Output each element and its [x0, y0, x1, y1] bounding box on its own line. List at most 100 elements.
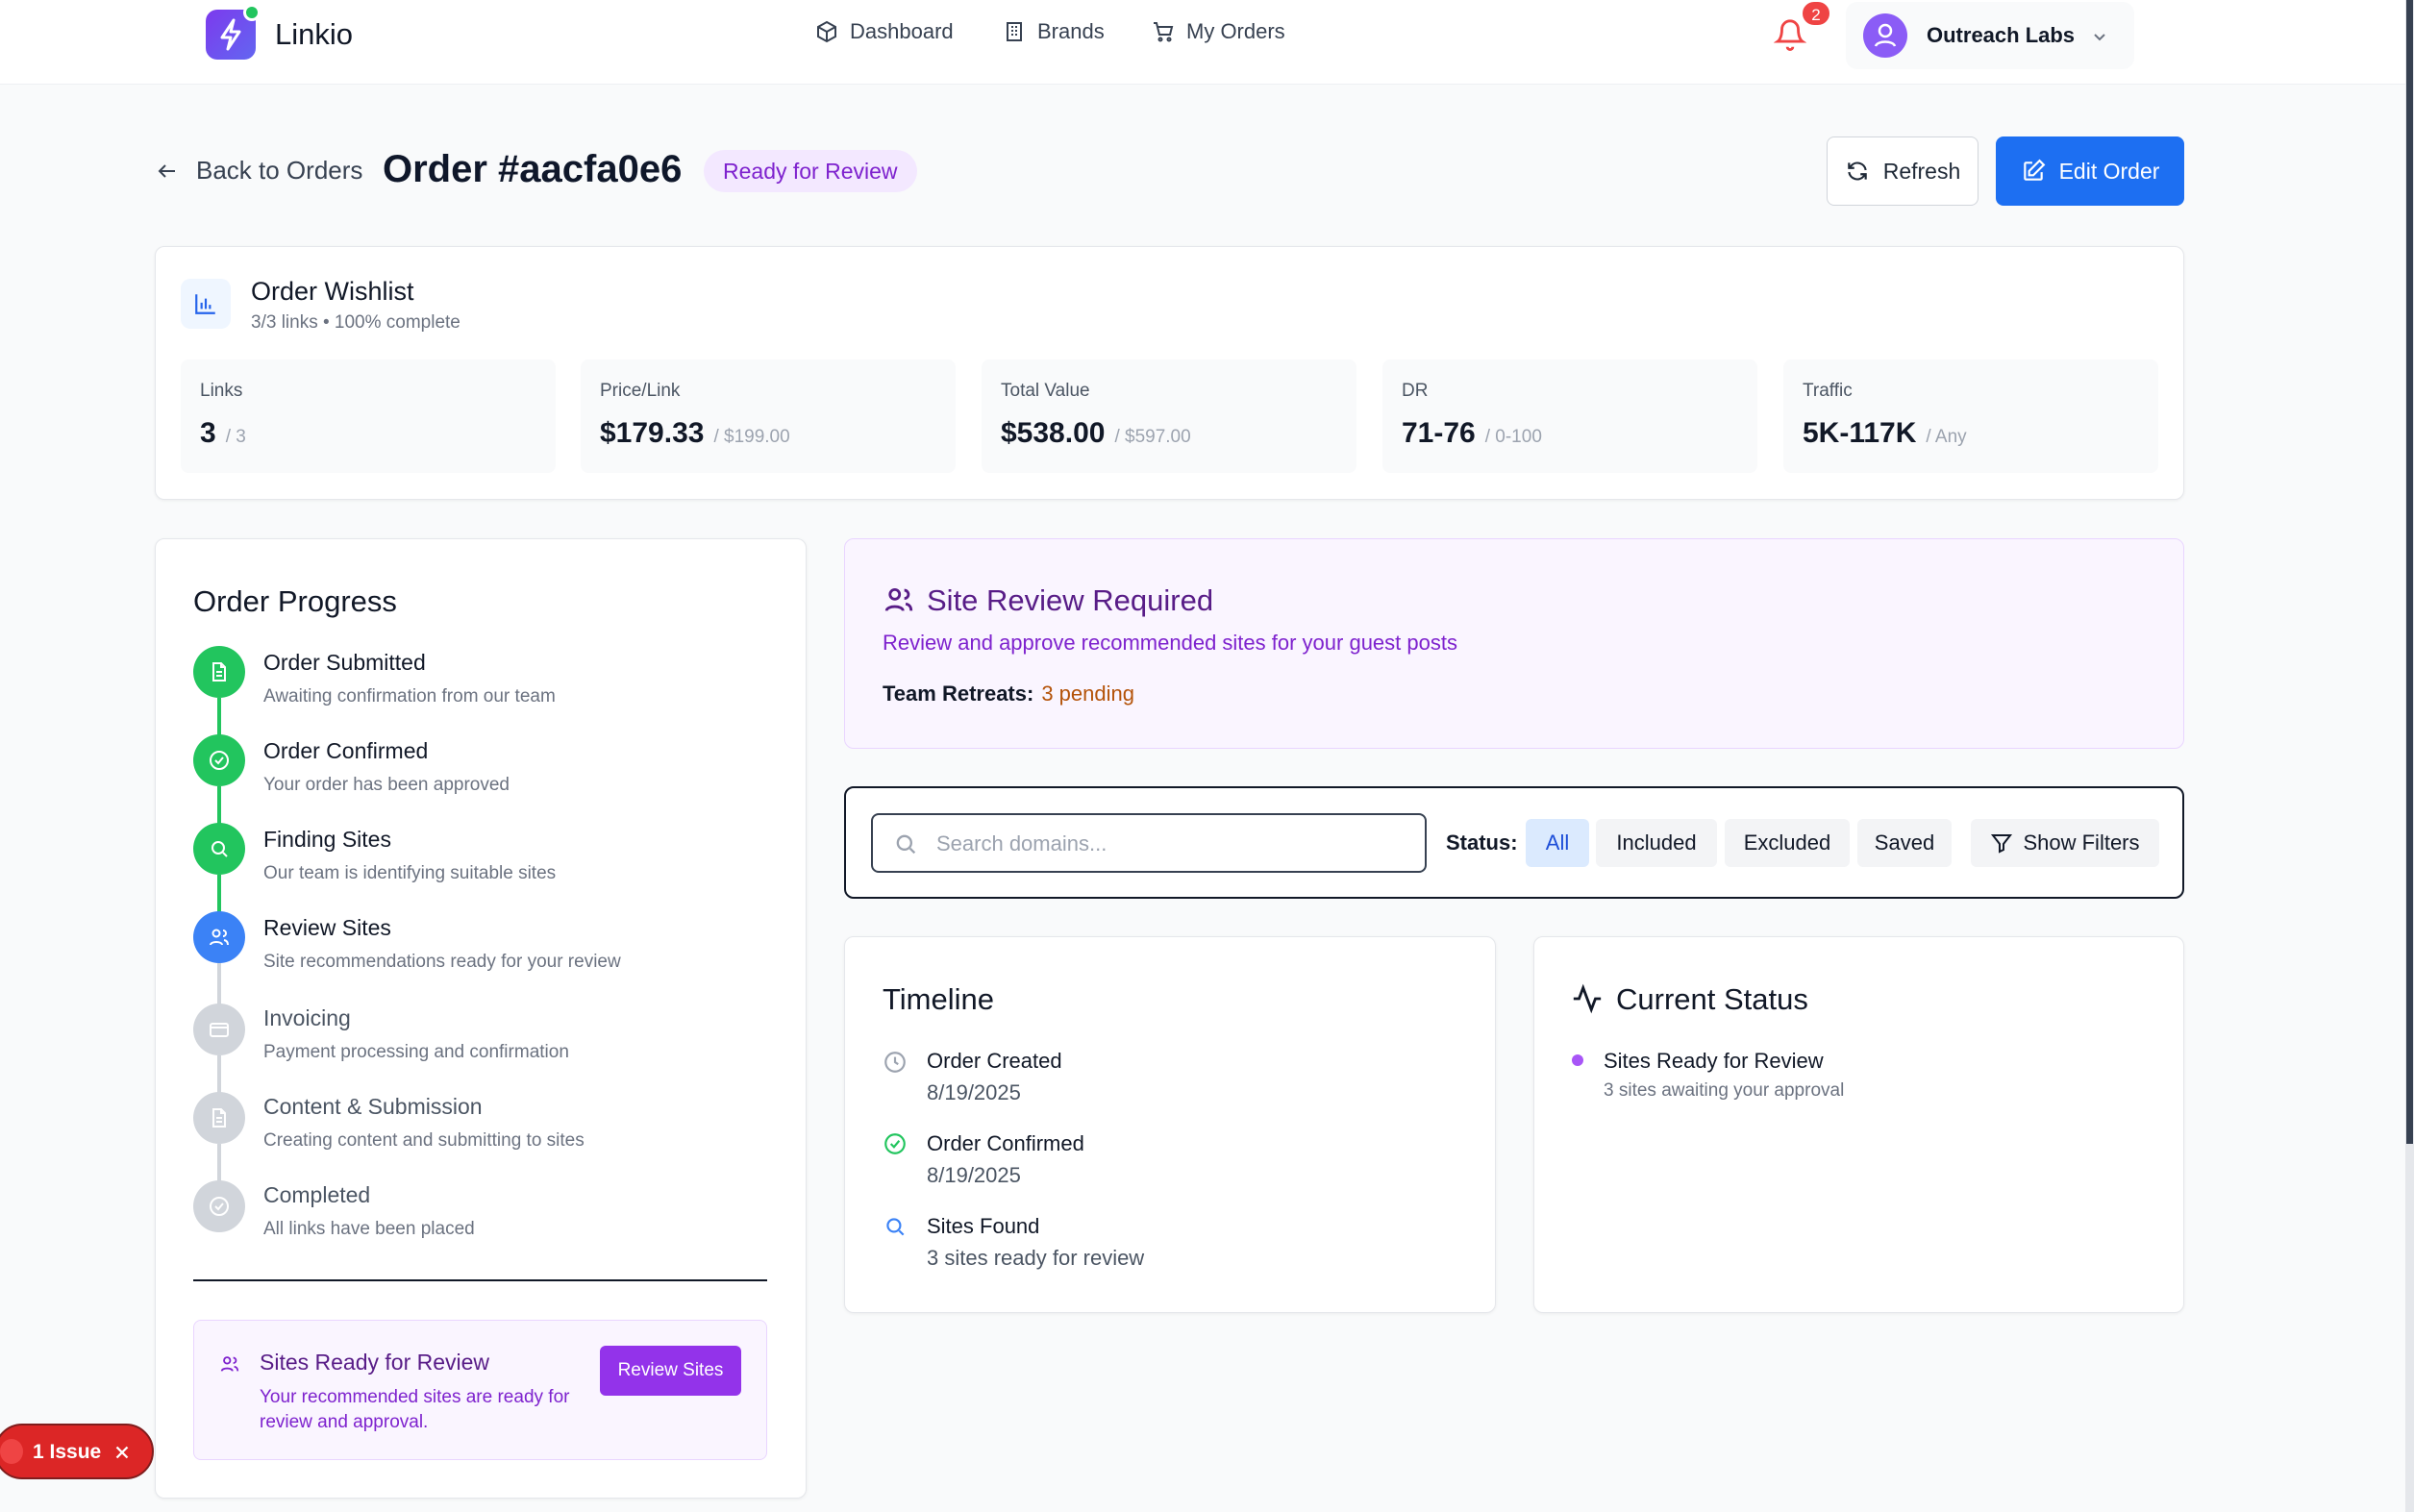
check-circle-icon [193, 734, 245, 786]
filter-chip-included[interactable]: Included [1596, 819, 1717, 867]
cart-icon [1152, 20, 1175, 43]
stat-value: $538.00/ $597.00 [1001, 417, 1191, 449]
step-title: Finding Sites [263, 827, 391, 852]
users-icon [219, 1353, 240, 1375]
nav-dashboard[interactable]: Dashboard [815, 19, 954, 44]
site-review-title: Site Review Required [927, 583, 1214, 617]
nav-my-orders[interactable]: My Orders [1152, 19, 1285, 44]
notification-badge: 2 [1801, 0, 1831, 27]
status-dot [1572, 1054, 1583, 1066]
issue-label: 1 Issue [33, 1441, 102, 1463]
close-icon[interactable] [112, 1442, 133, 1463]
status-label: Status: [1446, 830, 1518, 855]
stat-label: Links [200, 381, 243, 401]
refresh-icon [1845, 159, 1870, 184]
building-icon [1003, 20, 1026, 43]
step-title: Order Submitted [263, 650, 426, 675]
filter-chip-saved[interactable]: Saved [1857, 819, 1952, 867]
stat-dr: DR 71-76/ 0-100 [1382, 359, 1757, 473]
stat-price-per-link: Price/Link $179.33/ $199.00 [581, 359, 956, 473]
progress-title: Order Progress [193, 584, 397, 618]
page-title: Order #aacfa0e6 [383, 148, 683, 190]
filter-chip-all[interactable]: All [1526, 819, 1589, 867]
file-icon [193, 646, 245, 698]
search-placeholder: Search domains... [936, 831, 1107, 855]
check-circle-icon [193, 1180, 245, 1232]
avatar [1863, 13, 1907, 58]
step-connector [217, 1144, 221, 1182]
filter-icon [1990, 831, 2013, 855]
current-status-item-desc: 3 sites awaiting your approval [1604, 1080, 1845, 1101]
refresh-button[interactable]: Refresh [1827, 136, 1978, 206]
issue-indicator [0, 1439, 23, 1464]
step-desc: Our team is identifying suitable sites [263, 863, 557, 883]
stat-label: Traffic [1803, 381, 1853, 401]
package-icon [815, 20, 838, 43]
back-label: Back to Orders [196, 156, 363, 185]
step-desc: Creating content and submitting to sites [263, 1130, 585, 1151]
nav-brands[interactable]: Brands [1003, 19, 1105, 44]
account-menu[interactable]: Outreach Labs [1846, 2, 2134, 69]
account-name: Outreach Labs [1927, 23, 2076, 47]
search-icon [892, 830, 919, 857]
nav-label: Brands [1037, 19, 1105, 43]
back-to-orders-link[interactable]: Back to Orders [156, 156, 362, 186]
issue-toast[interactable]: 1 Issue [0, 1424, 154, 1479]
status-badge: Ready for Review [704, 150, 917, 192]
show-filters-button[interactable]: Show Filters [1971, 819, 2159, 867]
bell-icon[interactable] [1774, 17, 1806, 52]
stat-value: 3/ 3 [200, 417, 246, 449]
check-circle-icon [883, 1131, 908, 1156]
stat-value: 5K-117K / Any [1803, 417, 1967, 449]
timeline-item-date: 3 sites ready for review [927, 1246, 1145, 1270]
current-status-item-title: Sites Ready for Review [1604, 1049, 1824, 1073]
search-icon [193, 823, 245, 875]
team-pending-row: Team Retreats: 3 pending [883, 682, 1134, 706]
status-dot [243, 4, 261, 21]
brand-name[interactable]: Linkio [275, 17, 353, 52]
stat-label: DR [1402, 381, 1429, 401]
scrollbar-thumb[interactable] [2406, 0, 2413, 1144]
step-title: Content & Submission [263, 1094, 483, 1119]
activity-icon [1571, 982, 1604, 1015]
step-connector [217, 698, 221, 736]
step-title: Completed [263, 1182, 371, 1207]
review-sites-button[interactable]: Review Sites [600, 1346, 741, 1396]
stat-value: $179.33/ $199.00 [600, 417, 790, 449]
bar-chart-icon [181, 279, 231, 329]
credit-card-icon [193, 1004, 245, 1055]
clock-icon [883, 1050, 908, 1075]
refresh-label: Refresh [1882, 158, 1961, 184]
step-title: Invoicing [263, 1005, 351, 1030]
step-desc: Site recommendations ready for your revi… [263, 952, 621, 972]
divider [193, 1279, 767, 1281]
step-connector [217, 963, 221, 1005]
edit-order-button[interactable]: Edit Order [1996, 136, 2184, 206]
nav-label: My Orders [1186, 19, 1285, 43]
step-title: Review Sites [263, 915, 391, 940]
callout-title: Sites Ready for Review [260, 1350, 490, 1375]
timeline-item-title: Order Created [927, 1049, 1062, 1073]
file-text-icon [193, 1092, 245, 1144]
step-desc: Awaiting confirmation from our team [263, 686, 556, 706]
stat-label: Total Value [1001, 381, 1090, 401]
filter-chip-excluded[interactable]: Excluded [1725, 819, 1850, 867]
edit-label: Edit Order [2058, 158, 2160, 184]
current-status-title: Current Status [1616, 982, 1808, 1016]
users-icon [883, 583, 915, 616]
edit-icon [2021, 159, 2046, 184]
site-review-desc: Review and approve recommended sites for… [883, 631, 1457, 655]
stat-value: 71-76/ 0-100 [1402, 417, 1542, 449]
step-connector [217, 1055, 221, 1094]
callout-desc: Your recommended sites are ready for rev… [260, 1387, 570, 1432]
search-input[interactable]: Search domains... [871, 813, 1427, 873]
arrow-left-icon [156, 160, 179, 183]
stat-links: Links 3/ 3 [181, 359, 556, 473]
search-icon [883, 1214, 908, 1239]
step-desc: Payment processing and confirmation [263, 1042, 569, 1062]
wishlist-subtitle: 3/3 links • 100% complete [251, 312, 460, 333]
step-desc: All links have been placed [263, 1219, 475, 1239]
step-connector [217, 786, 221, 825]
wishlist-title: Order Wishlist [251, 277, 414, 306]
timeline-item-title: Order Confirmed [927, 1131, 1084, 1155]
